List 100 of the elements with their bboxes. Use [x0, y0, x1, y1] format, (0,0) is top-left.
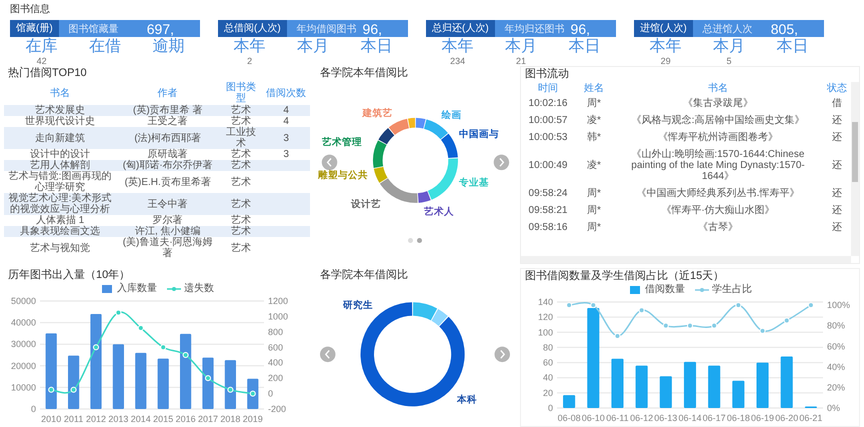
axis-label: 20: [542, 388, 553, 398]
axis-label: 0: [268, 388, 274, 399]
stat-label: 总借阅(人次): [218, 20, 287, 37]
table-cell-text: 借: [831, 97, 843, 111]
stat-number: 234: [450, 56, 466, 67]
table-cell: 许江, 焦小健编: [116, 226, 220, 237]
stat-value: 96,: [570, 20, 591, 36]
segment-label: 雕塑与公共: [318, 170, 368, 181]
table-cell-text: 10:00:57: [528, 114, 568, 128]
axis-label: 06-18: [726, 413, 750, 423]
table-cell: 设计中的设计: [4, 149, 116, 160]
table-cell-text: 10:02:16: [528, 97, 568, 111]
table-cell: 世界现代设计史: [4, 116, 116, 127]
period-label: 逾期: [152, 37, 184, 56]
legend-label: 入库数量: [117, 283, 157, 295]
table-cell-text: 周*: [586, 97, 602, 111]
table-cell-text: 《风格与观念:高居翰中国绘画史文集》: [630, 114, 806, 128]
period-label: 本月: [712, 37, 745, 56]
axis-label: 10000: [10, 382, 36, 392]
axis-label: 60: [542, 358, 553, 368]
table-cell: 3: [262, 149, 310, 160]
column-header: 书名: [4, 81, 116, 105]
axis-label: -200: [268, 404, 286, 414]
axis-label: 0: [30, 404, 36, 414]
table-cell: 3: [262, 127, 310, 149]
table-cell-text: 周*: [586, 221, 602, 235]
table-cell: 罗尔著: [116, 215, 220, 226]
panel-title: 图书流动: [524, 67, 570, 82]
table-cell: 艺术: [219, 193, 262, 215]
axis-label: 2013: [108, 414, 128, 424]
table-cell: 艺术: [219, 237, 262, 259]
axis-label: 40%: [827, 362, 846, 372]
axis-label: 600: [268, 342, 284, 352]
axis-label: 20%: [827, 382, 846, 392]
axis-label: 06-08: [558, 413, 581, 423]
stat-number: 2: [247, 56, 252, 67]
axis-label: 06-21: [799, 413, 822, 423]
period-label: 本日: [776, 37, 808, 56]
segment-label: 建筑艺: [362, 108, 392, 119]
table-cell-text: 09:58:16: [528, 221, 568, 235]
table-cell: 艺用人体解剖: [4, 160, 116, 171]
table-cell-text: 周*: [586, 187, 602, 201]
table-cell: 原研哉著: [116, 149, 220, 160]
column-header: 姓名: [583, 82, 605, 95]
period-label: 本月: [504, 37, 537, 56]
chart-title: 历年图书出入量（10年）: [7, 268, 132, 282]
table-cell: 王受之著: [116, 116, 220, 127]
table-cell-text: 《古琴》: [697, 220, 739, 235]
table-cell-text: 还: [831, 221, 843, 235]
axis-label: 0%: [827, 403, 840, 413]
stat-sublabel: 年均借阅图书: [296, 22, 358, 36]
axis-label: 800: [268, 326, 284, 337]
period-label: 在库: [26, 37, 58, 56]
segment-label: 本科: [456, 394, 477, 406]
axis-label: 80: [542, 342, 553, 352]
table-cell: (英)贡布里希 著: [116, 105, 220, 116]
table-cell: 走向新建筑: [4, 127, 116, 149]
axis-label: 30000: [10, 339, 36, 350]
column-header: 作者: [116, 81, 220, 105]
table-cell: (英)E.H.贡布里希著: [116, 171, 220, 193]
table-cell-text: 《恽寿平杭州诗画图卷考》: [657, 130, 779, 145]
axis-label: 80%: [827, 320, 846, 331]
table-cell-text: 《山外山:晚明绘画:1570-1644:Chinese painting of the late Ming Dynasty:1570-1644》: [630, 148, 806, 184]
table-cell-text: 《中国画大师经典系列丛书.恽寿平》: [636, 186, 800, 201]
axis-label: 2011: [64, 414, 84, 424]
stat-number: 5: [726, 56, 732, 67]
axis-label: 06-14: [678, 413, 702, 423]
column-header: 时间: [537, 82, 559, 95]
axis-label: 400: [268, 358, 284, 368]
table-cell-text: 10:00:53: [528, 131, 568, 145]
table-cell: 艺术: [219, 171, 262, 193]
table-cell: 具象表现绘画文选: [4, 226, 116, 237]
table-cell: 艺术: [219, 116, 262, 127]
period-label: 本月: [296, 37, 329, 56]
table-cell-text: 凌*: [586, 114, 602, 128]
table-cell: 艺术: [219, 160, 262, 171]
period-label: 本日: [568, 37, 600, 56]
panel-title: 各学院本年借阅比: [319, 268, 409, 283]
axis-label: 2015: [153, 414, 174, 424]
axis-label: 60%: [827, 341, 846, 352]
table-cell: 4: [262, 116, 310, 127]
table-cell: 王令中著: [116, 193, 220, 215]
stat-sublabel: 年均归还图书: [504, 22, 566, 36]
axis-label: 100%: [827, 300, 850, 310]
table-cell: 艺术: [219, 105, 262, 116]
stat-value: 96,: [362, 20, 383, 36]
period-label: 本年: [442, 37, 474, 56]
stat-sublabel: 图书馆藏量: [68, 22, 120, 36]
segment-label: 研究生: [343, 300, 374, 312]
axis-label: 2014: [130, 414, 151, 424]
axis-label: 06-12: [630, 413, 654, 423]
segment-label: 专业基: [458, 178, 489, 189]
table-cell-text: 还: [831, 187, 843, 201]
axis-label: 06-20: [775, 413, 798, 423]
axis-label: 2016: [176, 414, 196, 424]
axis-label: 06-10: [582, 413, 605, 423]
axis-label: 1200: [268, 296, 288, 306]
axis-label: 40: [542, 372, 553, 383]
table-cell: 工业技术: [219, 127, 262, 149]
axis-label: 06-11: [606, 413, 629, 423]
